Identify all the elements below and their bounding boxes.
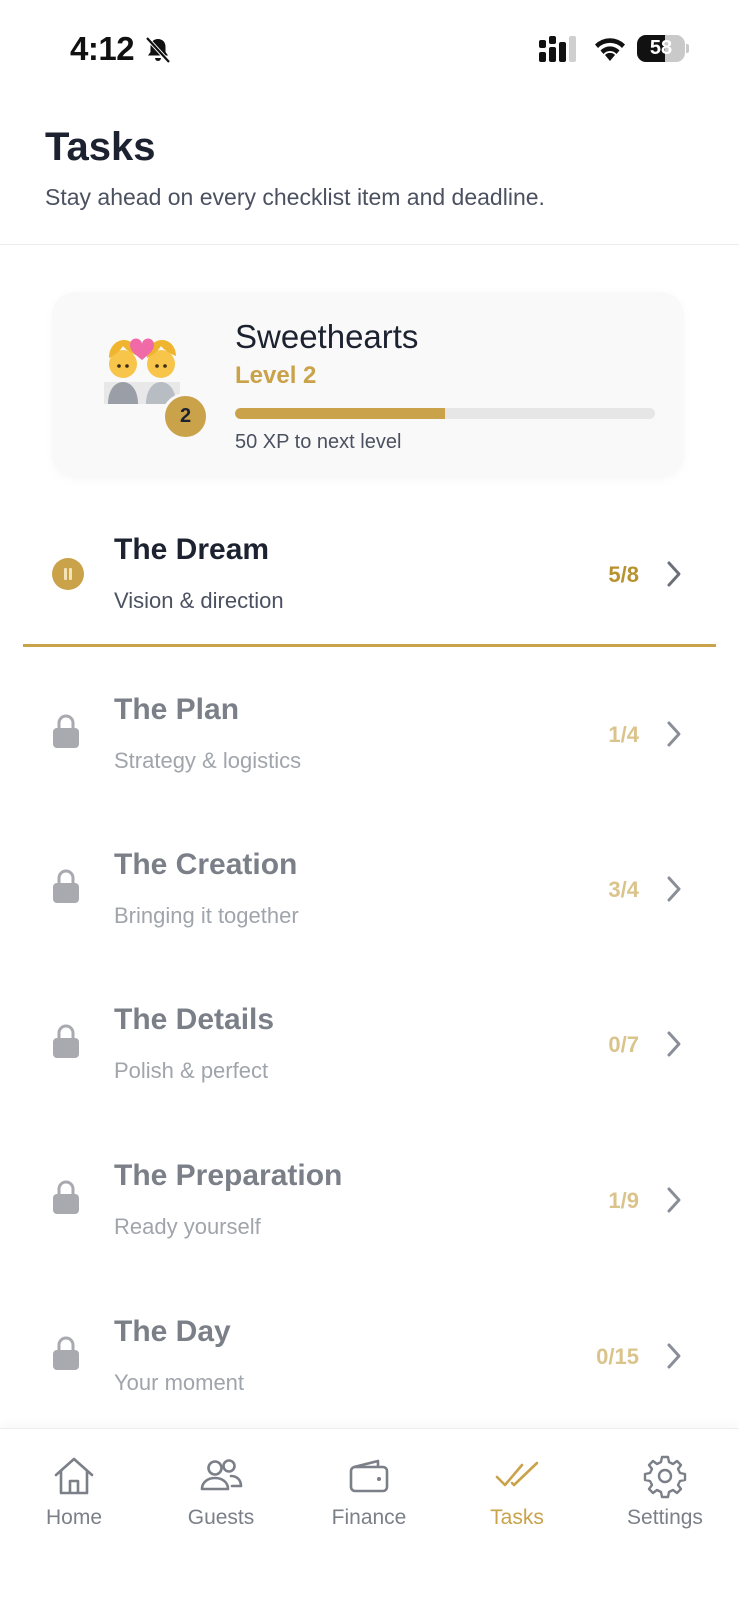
tab-settings[interactable]: Settings [591,1429,739,1559]
tab-guests[interactable]: Guests [147,1429,295,1559]
chevron-right-icon [667,561,681,587]
header-divider [0,244,739,245]
lock-icon [53,1336,79,1370]
couple-avatar-icon [104,338,180,404]
tab-label: Finance [331,1506,407,1529]
stage-subtitle: Bringing it together [114,903,299,928]
status-bar: 4:12 58 [0,0,739,96]
guests-icon [200,1459,243,1491]
cellular-signal-icon [539,36,576,62]
stage-progress-count: 5/8 [608,562,639,587]
wallet-icon [349,1459,389,1493]
stage-progress-count: 1/4 [608,722,639,747]
stage-row-the-creation[interactable]: The Creation Bringing it together 3/4 [0,815,739,967]
wifi-icon [595,38,625,61]
stage-subtitle: Ready yourself [114,1214,261,1239]
active-stage-underline [23,644,716,647]
stage-progress-count: 1/9 [608,1188,639,1213]
stage-progress-count: 3/4 [608,877,639,902]
chevron-right-icon [667,721,681,747]
stage-title: The Details [114,1003,275,1036]
stage-title: The Preparation [114,1159,343,1192]
battery-percentage: 58 [649,37,673,59]
tab-label: Tasks [490,1506,544,1529]
tab-tasks[interactable]: Tasks [443,1429,591,1559]
xp-progress-fill [235,408,445,419]
pause-icon [52,558,84,590]
lock-icon [53,869,79,903]
tab-label: Guests [187,1506,255,1529]
stage-title: The Day [114,1315,231,1348]
lock-icon [53,714,79,748]
stage-title: The Plan [114,693,240,726]
chevron-right-icon [667,1343,681,1369]
home-icon [54,1457,94,1495]
stage-row-the-dream[interactable]: The Dream Vision & direction 5/8 [0,500,739,652]
gear-icon [643,1455,687,1499]
stage-subtitle: Strategy & logistics [114,748,302,773]
bottom-tab-bar: Home Guests Finance Tasks Settings [0,1428,739,1600]
profile-level: Level 2 [235,362,317,389]
status-time: 4:12 [70,30,135,67]
xp-to-next-level: 50 XP to next level [235,431,402,453]
chevron-right-icon [667,876,681,902]
stage-title: The Dream [114,533,270,566]
stage-row-the-details[interactable]: The Details Polish & perfect 0/7 [0,970,739,1122]
tab-home[interactable]: Home [0,1429,148,1559]
chevron-right-icon [667,1187,681,1213]
battery-indicator: 58 [637,35,689,62]
lock-icon [53,1180,79,1214]
stage-progress-count: 0/7 [608,1032,639,1057]
stage-progress-count: 0/15 [596,1344,639,1369]
stage-row-the-day[interactable]: The Day Your moment 0/15 [0,1282,739,1434]
lock-icon [53,1024,79,1058]
double-check-icon [495,1461,539,1487]
tab-label: Settings [627,1506,703,1529]
tab-finance[interactable]: Finance [295,1429,443,1559]
stage-subtitle: Your moment [114,1370,245,1395]
page-subtitle: Stay ahead on every checklist item and d… [45,184,545,210]
tab-label: Home [45,1506,103,1529]
bell-muted-icon [145,36,171,64]
level-badge: 2 [162,393,209,440]
profile-name: Sweethearts [235,318,419,355]
stage-row-the-plan[interactable]: The Plan Strategy & logistics 1/4 [0,660,739,812]
stage-title: The Creation [114,848,298,881]
chevron-right-icon [667,1031,681,1057]
stage-row-the-preparation[interactable]: The Preparation Ready yourself 1/9 [0,1126,739,1278]
stage-subtitle: Vision & direction [114,588,284,613]
stage-subtitle: Polish & perfect [114,1058,269,1083]
xp-progress-bar [235,408,655,419]
page-title: Tasks [45,125,156,169]
